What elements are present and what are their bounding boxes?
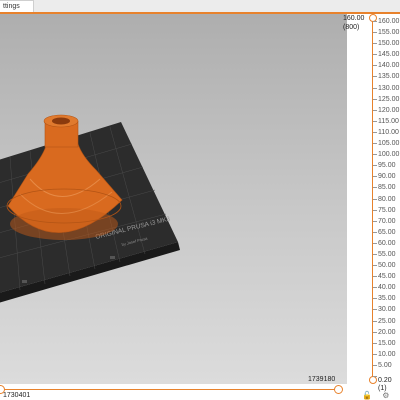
layer-slider-bottom-handle[interactable] [369,376,377,384]
bed-clip [110,256,115,259]
preview-scene: ORIGINAL PRUSA i3 MK3 by Josef Prusa [0,114,180,303]
bed-clip [22,280,27,283]
gear-icon[interactable]: ⚙ [382,391,389,400]
layer-slider-top-handle[interactable] [369,14,377,22]
lock-icon[interactable]: 🔓 [362,391,372,400]
3d-viewport[interactable]: ORIGINAL PRUSA i3 MK3 by Josef Prusa [0,14,347,384]
gcode-slider-right-handle[interactable] [334,385,343,394]
slider-controls: 🔓 ⚙ [362,392,389,400]
gcode-left-value: 1730401 [3,392,31,399]
cone-base-shadow [10,208,118,240]
gcode-right-value: 1739180 [308,376,336,383]
gcode-slider-track[interactable] [0,389,336,390]
top-height-value: 160.00 [343,15,365,22]
layer-slider-area [347,14,400,400]
tab-settings[interactable]: ttings [0,0,34,12]
bottom-height-value: 0.20 [378,377,392,384]
top-layer-readout: 160.00 (800) [343,14,364,32]
layer-slider-track[interactable] [372,20,373,380]
gcode-slider-area [0,384,347,400]
cone-top-hole [52,117,70,125]
top-layer-number: (800) [343,24,360,31]
